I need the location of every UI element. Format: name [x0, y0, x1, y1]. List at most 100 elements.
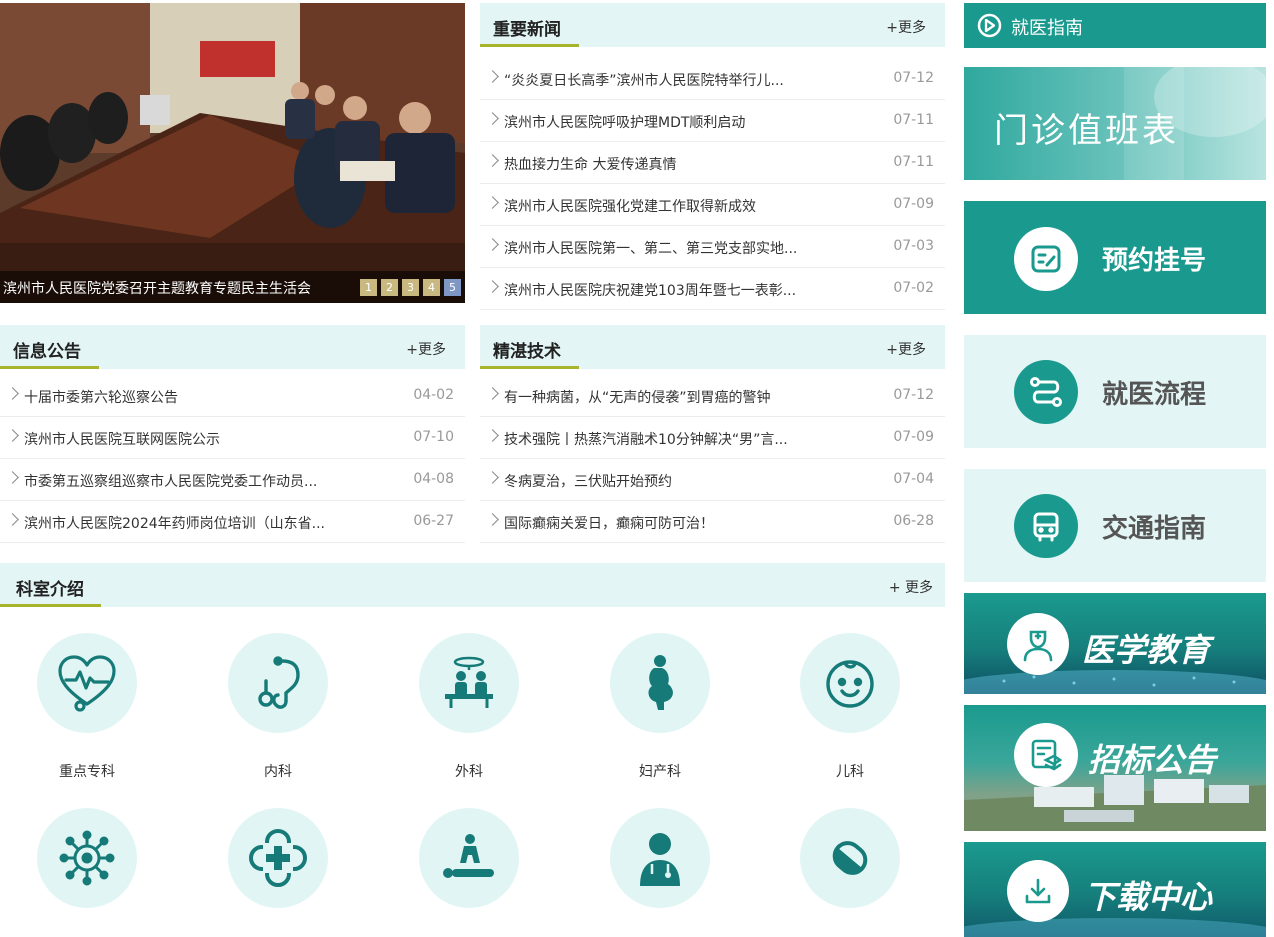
dept-icon-circle: [37, 808, 137, 908]
play-circle-icon: [977, 13, 1002, 38]
download-icon: [1025, 878, 1051, 904]
list-item-title[interactable]: 十届市委第六轮巡察公告: [24, 387, 178, 407]
dept-emergency[interactable]: [419, 808, 519, 936]
news-title[interactable]: 滨州市人民医院庆祝建党103周年暨七一表彰...: [504, 280, 796, 300]
slider-dot-2[interactable]: 2: [381, 279, 398, 296]
download-banner[interactable]: 下载中心: [964, 842, 1266, 937]
slider-dot-4[interactable]: 4: [423, 279, 440, 296]
traffic-button[interactable]: 交通指南: [964, 469, 1266, 582]
news-slider[interactable]: 滨州市人民医院党委召开主题教育专题民主生活会 1 2 3 4 5: [0, 3, 465, 303]
list-item-title[interactable]: 有一种病菌，从“无声的侵袭”到胃癌的警钟: [504, 387, 771, 407]
heart-pulse-icon: [58, 655, 116, 712]
list-item[interactable]: 滨州市人民医院2024年药师岗位培训（山东省... 06-27: [0, 501, 465, 543]
chevron-right-icon: [6, 429, 19, 442]
list-item-title[interactable]: 冬病夏治，三伏贴开始预约: [504, 471, 672, 491]
list-item[interactable]: 市委第五巡察组巡察市人民医院党委工作动员... 04-08: [0, 459, 465, 501]
surgery-icon: [445, 656, 493, 708]
education-label: 医学教育: [1082, 631, 1211, 669]
title-underline: [480, 366, 579, 369]
departments-title: 科室介绍: [16, 580, 84, 600]
slider-dot-3[interactable]: 3: [402, 279, 419, 296]
news-title[interactable]: 滨州市人民医院强化党建工作取得新成效: [504, 196, 756, 216]
bidding-banner[interactable]: 招标公告: [964, 705, 1266, 831]
schedule-label: 门诊值班表: [994, 111, 1179, 151]
list-item-date: 04-02: [413, 387, 454, 403]
list-item[interactable]: 有一种病菌，从“无声的侵袭”到胃癌的警钟 07-12: [480, 375, 945, 417]
bus-icon: [1033, 512, 1059, 542]
list-item[interactable]: 技术强院丨热蒸汽消融术10分钟解决“男”言... 07-09: [480, 417, 945, 459]
dept-infectious[interactable]: [37, 808, 137, 936]
traffic-label: 交通指南: [1102, 514, 1207, 544]
news-title[interactable]: 滨州市人民医院呼吸护理MDT顺利启动: [504, 112, 745, 132]
departments-more-link[interactable]: + 更多: [889, 577, 933, 597]
education-banner[interactable]: 医学教育: [964, 593, 1266, 694]
dept-obstetrics[interactable]: 妇产科: [610, 633, 710, 781]
news-item[interactable]: 热血接力生命 大爱传递真情 07-11: [480, 142, 945, 184]
guide-header: 就医指南: [964, 3, 1266, 48]
important-news-header: 重要新闻 +更多: [480, 3, 945, 47]
dept-surgery[interactable]: 外科: [419, 633, 519, 781]
announcements-title: 信息公告: [13, 342, 81, 362]
departments-header: 科室介绍 + 更多: [0, 563, 945, 607]
dept-doctors[interactable]: [610, 808, 710, 936]
list-item-date: 07-09: [893, 429, 934, 445]
process-button[interactable]: 就医流程: [964, 335, 1266, 448]
list-item-title[interactable]: 技术强院丨热蒸汽消融术10分钟解决“男”言...: [504, 429, 788, 449]
list-item-date: 06-27: [413, 513, 454, 529]
news-item[interactable]: 滨州市人民医院呼吸护理MDT顺利启动 07-11: [480, 100, 945, 142]
news-date: 07-12: [893, 70, 934, 86]
news-item[interactable]: 滨州市人民医院强化党建工作取得新成效 07-09: [480, 184, 945, 226]
techniques-more-link[interactable]: +更多: [886, 339, 926, 359]
bidding-label: 招标公告: [1088, 741, 1217, 779]
list-item-title[interactable]: 滨州市人民医院2024年药师岗位培训（山东省...: [24, 513, 325, 533]
chevron-right-icon: [486, 429, 499, 442]
baby-face-icon: [826, 660, 874, 708]
doctor-icon: [640, 833, 680, 886]
list-item[interactable]: 冬病夏治，三伏贴开始预约 07-04: [480, 459, 945, 501]
slider-dot-5[interactable]: 5: [444, 279, 461, 296]
pregnant-icon: [648, 655, 673, 710]
list-item-title[interactable]: 市委第五巡察组巡察市人民医院党委工作动员...: [24, 471, 317, 491]
news-title[interactable]: 热血接力生命 大爱传递真情: [504, 154, 676, 174]
slider-caption-bar: 滨州市人民医院党委召开主题教育专题民主生活会 1 2 3 4 5: [0, 271, 465, 303]
list-item[interactable]: 十届市委第六轮巡察公告 04-02: [0, 375, 465, 417]
title-underline: [480, 44, 579, 47]
pill-icon: [832, 841, 868, 875]
news-item[interactable]: “炎炎夏日长高季”滨州市人民医院特举行儿... 07-12: [480, 58, 945, 100]
important-news-more-link[interactable]: +更多: [886, 17, 926, 37]
guide-title: 就医指南: [1011, 18, 1083, 39]
slider-caption[interactable]: 滨州市人民医院党委召开主题教育专题民主生活会: [3, 278, 311, 298]
chevron-right-icon: [6, 513, 19, 526]
download-icon-circle: [1007, 860, 1069, 922]
virus-icon: [59, 830, 115, 886]
important-news-title: 重要新闻: [493, 20, 561, 40]
news-title[interactable]: “炎炎夏日长高季”滨州市人民医院特举行儿...: [504, 70, 784, 90]
list-item-date: 07-04: [893, 471, 934, 487]
list-item[interactable]: 国际癫痫关爱日，癫痫可防可治！ 06-28: [480, 501, 945, 543]
appointment-icon-circle: [1014, 227, 1078, 291]
bidding-icon-circle: [1014, 723, 1078, 787]
announcements-more-link[interactable]: +更多: [406, 339, 446, 359]
list-item-title[interactable]: 滨州市人民医院互联网医院公示: [24, 429, 220, 449]
dept-medical[interactable]: [228, 808, 328, 936]
dept-key-specialty[interactable]: 重点专科: [37, 633, 137, 781]
news-title[interactable]: 滨州市人民医院第一、第二、第三党支部实地...: [504, 238, 797, 258]
dept-icon-circle: [419, 808, 519, 908]
dept-internal-medicine[interactable]: 内科: [228, 633, 328, 781]
dept-pediatrics[interactable]: 儿科: [800, 633, 900, 781]
nurse-icon: [1023, 630, 1053, 662]
dept-pharmacy[interactable]: [800, 808, 900, 936]
cpr-icon: [443, 834, 494, 878]
appointment-button[interactable]: 预约挂号: [964, 201, 1266, 314]
chevron-right-icon: [486, 513, 499, 526]
chevron-right-icon: [486, 280, 499, 293]
list-item[interactable]: 滨州市人民医院互联网医院公示 07-10: [0, 417, 465, 459]
schedule-banner[interactable]: 门诊值班表: [964, 67, 1266, 180]
list-item-title[interactable]: 国际癫痫关爱日，癫痫可防可治！: [504, 513, 714, 533]
slider-dot-1[interactable]: 1: [360, 279, 377, 296]
news-date: 07-03: [893, 238, 934, 254]
news-date: 07-11: [893, 112, 934, 128]
news-item[interactable]: 滨州市人民医院庆祝建党103周年暨七一表彰... 07-02: [480, 268, 945, 310]
route-icon: [1030, 377, 1062, 407]
news-item[interactable]: 滨州市人民医院第一、第二、第三党支部实地... 07-03: [480, 226, 945, 268]
